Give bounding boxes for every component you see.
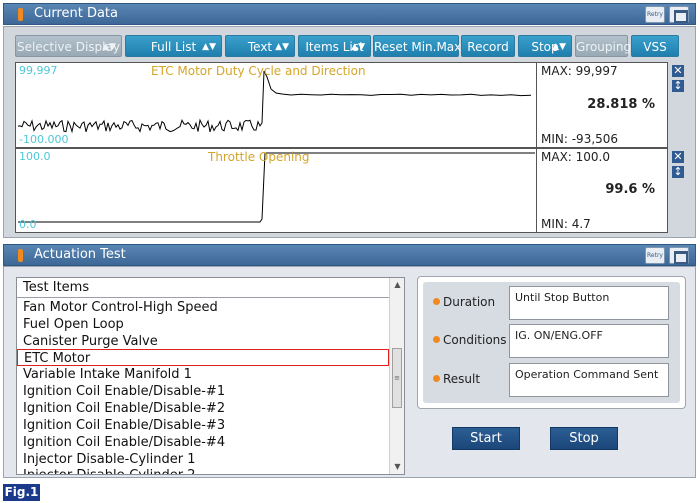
start-button[interactable]: Start	[452, 427, 520, 450]
actuation-test-body: Test Items Fan Motor Control-High Speed …	[3, 266, 696, 478]
text-label: Text	[247, 40, 273, 54]
scroll-up-icon[interactable]: ▲	[390, 278, 404, 292]
full-list-label: Full List	[150, 40, 197, 54]
list-item[interactable]: Variable Intake Manifold 1	[17, 366, 389, 383]
list-item[interactable]: Ignition Coil Enable/Disable-#1	[17, 383, 389, 400]
full-list-button[interactable]: Full List ▲▼	[125, 35, 222, 57]
graph-max-value: MAX: 99,997	[541, 64, 618, 78]
vss-button[interactable]: VSS	[631, 35, 679, 57]
graph-plot-area: 99,997 ETC Motor Duty Cycle and Directio…	[16, 63, 537, 147]
maximize-button[interactable]	[669, 247, 689, 264]
expand-icon[interactable]: ↕	[672, 80, 684, 92]
graph-2-controls: ✕ ↕	[672, 151, 684, 181]
graph-title: Throttle Opening	[208, 150, 310, 164]
graph-title: ETC Motor Duty Cycle and Direction	[151, 64, 366, 78]
result-row: Result Operation Command Sent	[423, 363, 680, 397]
graph-max-value: MAX: 100.0	[541, 150, 610, 164]
updown-icon: ▲▼	[275, 42, 289, 52]
text-button[interactable]: Text ▲▼	[225, 35, 295, 57]
items-list-button[interactable]: Items List ▲▼	[298, 35, 371, 57]
graph-stats: MAX: 99,997 28.818 % MIN: -93,506	[537, 63, 667, 147]
close-icon[interactable]: ✕	[672, 151, 684, 163]
result-value: Operation Command Sent	[509, 363, 669, 397]
list-item[interactable]: Ignition Coil Enable/Disable-#2	[17, 400, 389, 417]
stop-button[interactable]: Stop	[550, 427, 618, 450]
list-item[interactable]: Fan Motor Control-High Speed	[17, 299, 389, 316]
maximize-button[interactable]	[669, 6, 689, 23]
duration-row: Duration Until Stop Button	[423, 286, 680, 320]
duration-value: Until Stop Button	[509, 286, 669, 320]
selective-display-button[interactable]: Selective Display ▲▼	[15, 35, 122, 57]
result-label: Result	[443, 372, 481, 386]
scroll-thumb[interactable]: ≡	[392, 348, 402, 408]
graph-throttle-opening: 100.0 Throttle Opening 0.0 MAX: 100.0 99…	[15, 148, 668, 233]
updown-icon: ▲▼	[351, 42, 365, 52]
list-header: Test Items	[17, 278, 389, 298]
updown-icon: ▲▼	[552, 42, 566, 52]
conditions-value: IG. ON/ENG.OFF	[509, 324, 669, 358]
bullet-icon	[433, 336, 440, 343]
grouping-button[interactable]: Grouping	[575, 35, 631, 57]
graph-plot-area: 100.0 Throttle Opening 0.0	[16, 149, 537, 232]
current-data-body: Selective Display ▲▼ Full List ▲▼ Text ▲…	[3, 26, 696, 238]
bullet-icon	[433, 375, 440, 382]
conditions-label: Conditions	[443, 333, 507, 347]
list-item[interactable]: Injector Disable-Cylinder 2	[17, 467, 389, 474]
graph-current-value: 99.6 %	[605, 182, 655, 197]
retry-button[interactable]: Retry	[645, 247, 665, 264]
panel-marker-icon	[18, 8, 23, 21]
test-items-list: Test Items Fan Motor Control-High Speed …	[16, 277, 405, 475]
graph-min-label: -100.000	[19, 133, 69, 146]
list-item[interactable]: Ignition Coil Enable/Disable-#3	[17, 417, 389, 434]
panel-marker-icon	[18, 249, 23, 262]
graph-1-controls: ✕ ↕	[672, 65, 684, 95]
retry-button[interactable]: Retry	[645, 6, 665, 23]
test-info-inner: Duration Until Stop Button Conditions IG…	[423, 282, 680, 403]
graph-max-label: 100.0	[19, 150, 51, 163]
test-info-box: Duration Until Stop Button Conditions IG…	[417, 276, 686, 409]
current-data-header: Current Data Retry	[3, 3, 696, 25]
updown-icon: ▲▼	[102, 42, 116, 52]
reset-min-max-button[interactable]: Reset Min.Max	[373, 35, 461, 57]
graph-min-value: MIN: -93,506	[541, 132, 619, 146]
conditions-row: Conditions IG. ON/ENG.OFF	[423, 324, 680, 358]
list-item[interactable]: Injector Disable-Cylinder 1	[17, 451, 389, 468]
bullet-icon	[433, 298, 440, 305]
record-button[interactable]: Record	[461, 35, 515, 57]
graph-max-label: 99,997	[19, 64, 58, 77]
figure-label: Fig.1	[3, 484, 40, 501]
scroll-down-icon[interactable]: ▼	[390, 460, 404, 474]
updown-icon: ▲▼	[202, 42, 216, 52]
graph-etc-motor-duty: 99,997 ETC Motor Duty Cycle and Directio…	[15, 62, 668, 148]
expand-icon[interactable]: ↕	[672, 166, 684, 178]
duration-label: Duration	[443, 295, 496, 309]
close-icon[interactable]: ✕	[672, 65, 684, 77]
graph-min-value: MIN: 4.7	[541, 217, 591, 231]
stop-data-button[interactable]: Stop ▲▼	[518, 35, 572, 57]
list-scrollbar[interactable]: ▲ ≡ ▼	[389, 278, 404, 474]
graph-current-value: 28.818 %	[587, 97, 655, 112]
graph-stats: MAX: 100.0 99.6 % MIN: 4.7	[537, 149, 667, 232]
actuation-test-title: Actuation Test	[34, 247, 126, 262]
list-item[interactable]: Canister Purge Valve	[17, 333, 389, 350]
list-item-selected[interactable]: ETC Motor	[17, 349, 389, 366]
list-item[interactable]: Fuel Open Loop	[17, 316, 389, 333]
actuation-test-header: Actuation Test Retry	[3, 244, 696, 266]
current-data-title: Current Data	[34, 6, 118, 21]
graph-min-label: 0.0	[19, 218, 37, 231]
list-item[interactable]: Ignition Coil Enable/Disable-#4	[17, 434, 389, 451]
